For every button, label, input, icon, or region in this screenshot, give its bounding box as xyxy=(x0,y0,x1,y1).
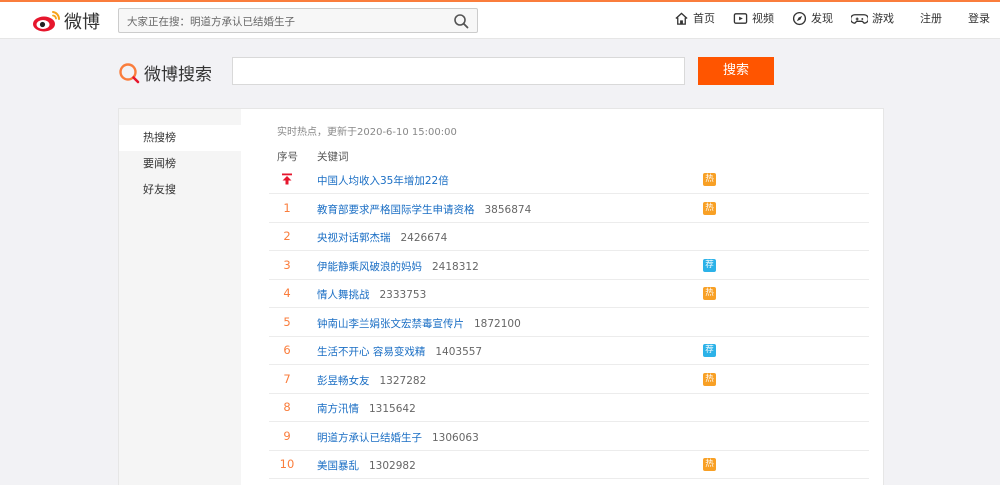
table-row[interactable]: 3 伊能静乘风破浪的妈妈 2418312 荐 xyxy=(269,252,869,280)
row-keyword: 情人舞挑战 xyxy=(317,289,370,301)
row-rank: 6 xyxy=(283,343,291,357)
row-badge: 热 xyxy=(703,458,716,471)
row-search-count: 3856874 xyxy=(484,203,532,216)
row-keyword-link[interactable]: 教育部要求严格国际学生申请资格 3856874 xyxy=(317,202,531,217)
row-keyword: 明道方承认已结婚生子 xyxy=(317,431,422,444)
table-row[interactable]: 2 央视对话郭杰瑞 2426674 xyxy=(269,223,869,251)
table-row[interactable]: 中国人均收入35年增加22倍 热 xyxy=(269,166,869,194)
row-keyword: 彭昱畅女友 xyxy=(317,374,370,387)
row-keyword-link[interactable]: 明道方承认已结婚生子 1306063 xyxy=(317,430,479,445)
weibo-search-logo: 微博搜索 xyxy=(118,60,212,85)
row-keyword-link[interactable]: 彭昱畅女友 1327282 xyxy=(317,373,426,388)
gamepad-icon xyxy=(851,13,868,24)
weibo-logo-icon xyxy=(33,11,61,32)
top-navbar: 微博 大家正在搜：明道方承认已结婚生子 首页 视频 发现 游戏 注册 登录 xyxy=(0,0,1000,39)
table-row[interactable]: 7 彭昱畅女友 1327282 热 xyxy=(269,366,869,394)
row-keyword-link[interactable]: 南方汛情 1315642 xyxy=(317,401,416,416)
row-keyword-link[interactable]: 钟南山李兰娟张文宏禁毒宣传片 1872100 xyxy=(317,316,521,331)
pin-top-icon xyxy=(282,173,292,185)
row-keyword-link[interactable]: 央视对话郭杰瑞 2426674 xyxy=(317,230,447,245)
row-keyword: 教育部要求严格国际学生申请资格 xyxy=(317,203,475,216)
row-rank: 2 xyxy=(283,229,291,243)
table-row[interactable]: 8 南方汛情 1315642 xyxy=(269,394,869,422)
row-keyword: 钟南山李兰娟张文宏禁毒宣传片 xyxy=(317,317,464,330)
row-search-count: 2426674 xyxy=(400,232,448,244)
table-row[interactable]: 10 美国暴乱 1302982 热 xyxy=(269,451,869,479)
row-badge: 热 xyxy=(703,173,716,186)
table-row[interactable]: 9 明道方承认已结婚生子 1306063 xyxy=(269,423,869,451)
row-rank: 3 xyxy=(283,257,291,272)
row-badge: 热 xyxy=(703,372,716,386)
row-rank: 5 xyxy=(283,314,291,329)
row-search-count: 2418312 xyxy=(432,260,479,273)
row-keyword-link[interactable]: 中国人均收入35年增加22倍 xyxy=(317,173,449,188)
row-rank: 7 xyxy=(283,371,291,386)
logo-text: 微博 xyxy=(64,12,100,33)
table-row[interactable]: 4 情人舞挑战 2333753 热 xyxy=(269,280,869,308)
row-keyword: 伊能静乘风破浪的妈妈 xyxy=(317,260,422,273)
nav-discover[interactable]: 发现 xyxy=(792,10,833,26)
home-icon xyxy=(675,11,688,25)
compass-icon xyxy=(792,11,807,25)
row-keyword-link[interactable]: 情人舞挑战 2333753 xyxy=(317,287,426,302)
main-search-input[interactable] xyxy=(232,57,685,85)
row-search-count: 1872100 xyxy=(474,317,521,330)
nav-video[interactable]: 视频 xyxy=(733,10,774,26)
row-keyword-link[interactable]: 生活不开心 容易变戏精 1403557 xyxy=(317,344,482,359)
row-rank: 9 xyxy=(283,428,291,443)
row-search-count: 1306063 xyxy=(432,431,479,444)
row-rank: 1 xyxy=(283,200,291,215)
search-icon[interactable] xyxy=(453,13,469,29)
magnifier-logo-icon xyxy=(119,62,140,83)
row-keyword-link[interactable]: 伊能静乘风破浪的妈妈 2418312 xyxy=(317,259,479,274)
row-keyword: 央视对话郭杰瑞 xyxy=(317,232,391,244)
row-keyword: 美国暴乱 xyxy=(317,460,359,472)
hot-list: 实时热点，更新于2020-6-10 15:00:00 序号 关键词 中国人均收入… xyxy=(241,109,885,485)
hot-search-panel: 热搜榜 要闻榜 好友搜 实时热点，更新于2020-6-10 15:00:00 序… xyxy=(118,108,884,485)
row-keyword: 南方汛情 xyxy=(317,403,359,415)
row-badge: 热 xyxy=(703,287,716,300)
nav-video-label: 视频 xyxy=(752,12,774,25)
login-link[interactable]: 登录 xyxy=(968,10,990,26)
row-badge: 荐 xyxy=(703,258,716,272)
sidebar-item-friends[interactable]: 好友搜 xyxy=(119,177,241,203)
row-search-count: 1327282 xyxy=(379,374,427,387)
table-row[interactable]: 1 教育部要求严格国际学生申请资格 3856874 热 xyxy=(269,195,869,223)
sidebar-item-hot-search[interactable]: 热搜榜 xyxy=(119,125,241,151)
nav-games[interactable]: 游戏 xyxy=(851,10,894,26)
row-search-count: 2333753 xyxy=(379,289,427,301)
row-search-count: 1315642 xyxy=(369,403,416,415)
register-link[interactable]: 注册 xyxy=(920,10,942,26)
nav-games-label: 游戏 xyxy=(872,12,894,25)
row-badge: 热 xyxy=(703,201,716,215)
sidebar-item-news[interactable]: 要闻榜 xyxy=(119,151,241,177)
row-rank: 10 xyxy=(279,457,295,471)
row-keyword: 中国人均收入35年增加22倍 xyxy=(317,175,449,187)
nav-discover-label: 发现 xyxy=(811,12,833,25)
column-header-keyword: 关键词 xyxy=(317,151,349,163)
row-keyword: 生活不开心 容易变戏精 xyxy=(317,346,426,358)
weibo-logo[interactable]: 微博 xyxy=(32,8,100,34)
row-rank: 4 xyxy=(283,286,291,300)
column-header-rank: 序号 xyxy=(277,151,298,163)
table-row[interactable]: 6 生活不开心 容易变戏精 1403557 荐 xyxy=(269,337,869,365)
sidebar: 热搜榜 要闻榜 好友搜 xyxy=(119,109,241,485)
row-badge: 荐 xyxy=(703,344,716,357)
search-page-title: 微博搜索 xyxy=(144,65,212,85)
top-search-placeholder: 大家正在搜：明道方承认已结婚生子 xyxy=(127,16,295,28)
row-search-count: 1302982 xyxy=(369,460,416,472)
video-icon xyxy=(733,12,748,24)
table-row[interactable]: 5 钟南山李兰娟张文宏禁毒宣传片 1872100 xyxy=(269,309,869,337)
row-rank: 8 xyxy=(283,400,291,414)
nav-home-label: 首页 xyxy=(693,12,715,25)
search-button[interactable]: 搜索 xyxy=(698,57,774,85)
update-time: 实时热点，更新于2020-6-10 15:00:00 xyxy=(277,127,457,138)
nav-links: 首页 视频 发现 游戏 注册 登录 xyxy=(656,10,990,26)
row-search-count: 1403557 xyxy=(435,346,483,358)
nav-home[interactable]: 首页 xyxy=(674,10,715,26)
row-keyword-link[interactable]: 美国暴乱 1302982 xyxy=(317,458,416,473)
top-search-input[interactable]: 大家正在搜：明道方承认已结婚生子 xyxy=(118,8,478,33)
